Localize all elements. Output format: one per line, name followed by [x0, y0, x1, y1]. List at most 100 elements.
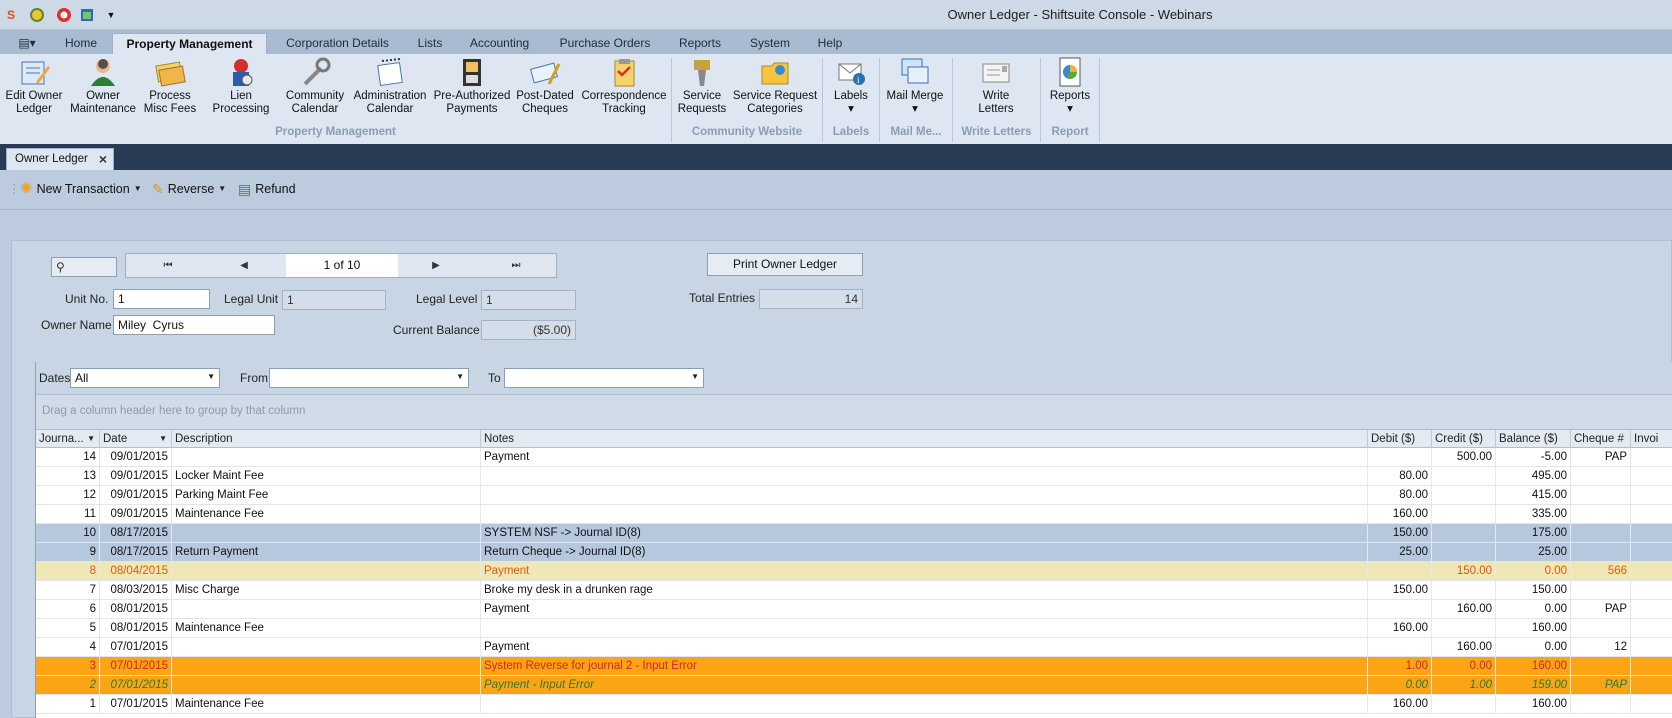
cell-debit[interactable]: 160.00 [1368, 505, 1432, 523]
cell-balance[interactable]: 160.00 [1496, 619, 1571, 637]
column-header-journal[interactable]: Journa... ▼ [36, 430, 100, 448]
table-row[interactable]: 10 08/17/2015 SYSTEM NSF -> Journal ID(8) 1… [36, 524, 1672, 543]
owner-maintenance-button[interactable]: Owner Maintenance [68, 56, 138, 124]
cell-description[interactable] [172, 676, 481, 694]
cell-invoice[interactable] [1631, 676, 1672, 694]
cell-cheque[interactable] [1571, 657, 1631, 675]
cell-balance[interactable]: 150.00 [1496, 581, 1571, 599]
table-row[interactable]: 14 09/01/2015 Payment 500.00 -5.00 PAP [36, 448, 1672, 467]
cell-balance[interactable]: 160.00 [1496, 695, 1571, 713]
cell-debit[interactable]: 80.00 [1368, 467, 1432, 485]
cell-balance[interactable]: 0.00 [1496, 600, 1571, 618]
cell-debit[interactable]: 150.00 [1368, 524, 1432, 542]
tab-property-management[interactable]: Property Management [112, 33, 267, 54]
cell-cheque[interactable] [1571, 543, 1631, 561]
cell-cheque[interactable] [1571, 524, 1631, 542]
cell-balance[interactable]: 0.00 [1496, 638, 1571, 656]
column-header-description[interactable]: Description [172, 430, 481, 448]
cell-balance[interactable]: -5.00 [1496, 448, 1571, 466]
cell-invoice[interactable] [1631, 600, 1672, 618]
cell-credit[interactable] [1432, 467, 1496, 485]
cell-notes[interactable]: Payment - Input Error [481, 676, 1368, 694]
cell-debit[interactable]: 80.00 [1368, 486, 1432, 504]
pre-authorized-payments-button[interactable]: Pre-Authorized Payments [432, 56, 512, 124]
cell-notes[interactable]: Payment [481, 600, 1368, 618]
column-header-notes[interactable]: Notes [481, 430, 1368, 448]
service-request-categories-button[interactable]: Service Request Categories [732, 56, 818, 124]
tab-help[interactable]: Help [810, 33, 850, 54]
cell-journal[interactable]: 2 [36, 676, 100, 694]
cell-journal[interactable]: 11 [36, 505, 100, 523]
cell-description[interactable]: Parking Maint Fee [172, 486, 481, 504]
cell-balance[interactable]: 495.00 [1496, 467, 1571, 485]
column-header-debit[interactable]: Debit ($) [1368, 430, 1432, 448]
cell-invoice[interactable] [1631, 619, 1672, 637]
table-row[interactable]: 3 07/01/2015 System Reverse for journal 2 … [36, 657, 1672, 676]
last-record-button[interactable]: ⏭ [496, 254, 536, 277]
cell-cheque[interactable] [1571, 467, 1631, 485]
reverse-button[interactable]: ✎ Reverse ▼ [152, 180, 226, 198]
cell-notes[interactable]: Payment [481, 448, 1368, 466]
cell-notes[interactable]: Broke my desk in a drunken rage [481, 581, 1368, 599]
cell-debit[interactable]: 160.00 [1368, 619, 1432, 637]
cell-balance[interactable]: 335.00 [1496, 505, 1571, 523]
cell-invoice[interactable] [1631, 505, 1672, 523]
tab-owner-ledger[interactable]: Owner Ledger × [6, 148, 114, 170]
cell-credit[interactable] [1432, 505, 1496, 523]
cell-date[interactable]: 08/17/2015 [100, 543, 172, 561]
cell-notes[interactable]: Payment [481, 638, 1368, 656]
table-row[interactable]: 2 07/01/2015 Payment - Input Error 0.00 1.00… [36, 676, 1672, 695]
cell-cheque[interactable] [1571, 619, 1631, 637]
cell-journal[interactable]: 4 [36, 638, 100, 656]
lien-processing-button[interactable]: Lien Processing [201, 56, 281, 124]
cell-credit[interactable]: 0.00 [1432, 657, 1496, 675]
cell-credit[interactable]: 150.00 [1432, 562, 1496, 580]
cell-debit[interactable]: 0.00 [1368, 676, 1432, 694]
cell-debit[interactable]: 1.00 [1368, 657, 1432, 675]
cell-description[interactable] [172, 657, 481, 675]
cell-balance[interactable]: 159.00 [1496, 676, 1571, 694]
cell-cheque[interactable]: 566 [1571, 562, 1631, 580]
cell-journal[interactable]: 12 [36, 486, 100, 504]
cell-invoice[interactable] [1631, 486, 1672, 504]
cell-date[interactable]: 07/01/2015 [100, 657, 172, 675]
cell-invoice[interactable] [1631, 657, 1672, 675]
cell-balance[interactable]: 160.00 [1496, 657, 1571, 675]
cell-cheque[interactable]: PAP [1571, 448, 1631, 466]
column-header-date[interactable]: Date ▼ [100, 430, 172, 448]
cell-invoice[interactable] [1631, 448, 1672, 466]
cell-description[interactable]: Locker Maint Fee [172, 467, 481, 485]
tab-reports[interactable]: Reports [672, 33, 728, 54]
owner-name-field[interactable]: Miley Cyrus [113, 315, 275, 335]
reports-button[interactable]: Reports ▾ [1044, 56, 1096, 124]
cell-debit[interactable] [1368, 600, 1432, 618]
cell-credit[interactable] [1432, 543, 1496, 561]
cell-date[interactable]: 08/01/2015 [100, 619, 172, 637]
cell-debit[interactable] [1368, 562, 1432, 580]
cell-date[interactable]: 07/01/2015 [100, 638, 172, 656]
table-row[interactable]: 9 08/17/2015 Return Payment Return Cheque -… [36, 543, 1672, 562]
cell-credit[interactable]: 160.00 [1432, 638, 1496, 656]
cell-balance[interactable]: 0.00 [1496, 562, 1571, 580]
cell-notes[interactable] [481, 467, 1368, 485]
cell-notes[interactable]: SYSTEM NSF -> Journal ID(8) [481, 524, 1368, 542]
cell-invoice[interactable] [1631, 562, 1672, 580]
administration-calendar-button[interactable]: Administration Calendar [350, 56, 430, 124]
cell-description[interactable] [172, 638, 481, 656]
cell-journal[interactable]: 6 [36, 600, 100, 618]
cell-journal[interactable]: 8 [36, 562, 100, 580]
cell-invoice[interactable] [1631, 581, 1672, 599]
cell-date[interactable]: 08/03/2015 [100, 581, 172, 599]
cell-notes[interactable] [481, 505, 1368, 523]
cell-notes[interactable] [481, 619, 1368, 637]
to-date-select[interactable]: ▼ [504, 368, 704, 388]
group-by-panel[interactable]: Drag a column header here to group by th… [36, 395, 1672, 429]
search-button[interactable]: ⚲ [51, 257, 117, 277]
write-letters-button[interactable]: Write Letters [956, 56, 1036, 124]
cell-notes[interactable]: System Reverse for journal 2 - Input Err… [481, 657, 1368, 675]
first-record-button[interactable]: ⏮ [148, 254, 188, 277]
cell-date[interactable]: 09/01/2015 [100, 505, 172, 523]
community-calendar-button[interactable]: Community Calendar [282, 56, 348, 124]
process-misc-fees-button[interactable]: Process Misc Fees [140, 56, 200, 124]
cell-journal[interactable]: 1 [36, 695, 100, 713]
